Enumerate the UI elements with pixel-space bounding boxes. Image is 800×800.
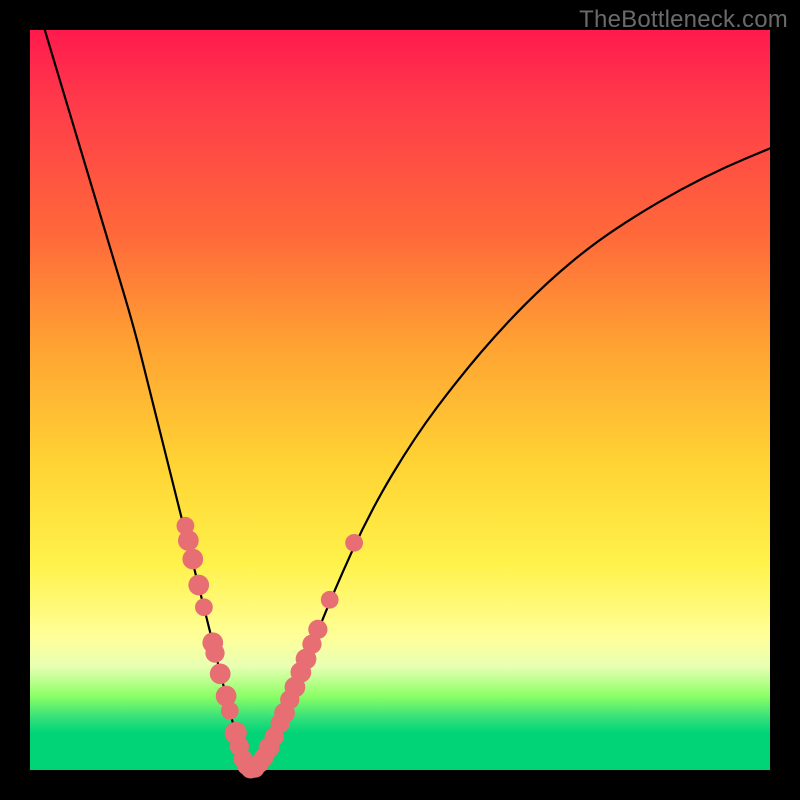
curve-marker-right (308, 620, 327, 639)
curve-marker-left (221, 702, 239, 720)
curve-marker-left (210, 663, 231, 684)
curve-marker-left (188, 575, 209, 596)
curve-markers (177, 517, 363, 779)
curve-marker-left (178, 530, 199, 551)
curve-marker-left (182, 549, 203, 570)
curve-marker-right (321, 591, 339, 609)
bottleneck-curve (45, 30, 770, 769)
curve-marker-left (195, 598, 213, 616)
curve-marker-left (205, 643, 224, 662)
curve-svg (30, 30, 770, 770)
chart-frame: TheBottleneck.com (0, 0, 800, 800)
plot-area (30, 30, 770, 770)
curve-marker-right (345, 534, 363, 552)
